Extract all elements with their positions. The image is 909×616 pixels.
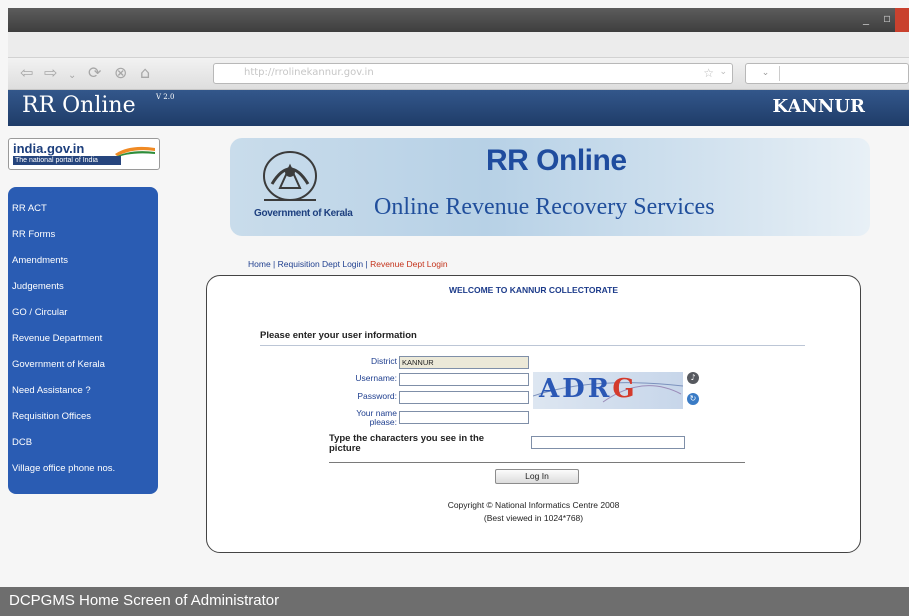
divider bbox=[329, 462, 745, 463]
kerala-emblem-icon bbox=[263, 151, 317, 201]
captcha-image: ADRG bbox=[533, 372, 683, 409]
sidebar-item-government-of-kerala[interactable]: Government of Kerala bbox=[8, 357, 158, 383]
site-version: V 2.0 bbox=[156, 93, 175, 101]
username-field[interactable] bbox=[399, 373, 529, 386]
best-viewed-text: (Best viewed in 1024*768) bbox=[483, 513, 584, 523]
your-name-label-line2: please: bbox=[369, 417, 397, 427]
forward-icon[interactable]: ⇨ bbox=[44, 64, 57, 82]
home-icon[interactable]: ⌂ bbox=[140, 64, 150, 82]
site-district: KANNUR bbox=[772, 96, 865, 117]
address-bar[interactable]: http://rrolinekannur.gov.in ☆ ⌄ bbox=[213, 63, 733, 84]
site-header: RR Online V 2.0 KANNUR bbox=[8, 90, 909, 126]
sidebar-item-village-office-phones[interactable]: Village office phone nos. bbox=[8, 461, 158, 487]
banner-title: RR Online bbox=[486, 144, 627, 177]
captcha-input[interactable] bbox=[531, 436, 685, 449]
browser-toolbar: ⇦ ⇨ ⌄ ⟳ ⊗ ⌂ http://rrolinekannur.gov.in … bbox=[8, 58, 909, 90]
district-label: District bbox=[371, 356, 397, 366]
password-field[interactable] bbox=[399, 391, 529, 404]
back-icon[interactable]: ⇦ bbox=[20, 64, 33, 82]
sidebar-item-rr-forms[interactable]: RR Forms bbox=[8, 227, 158, 253]
site-title: RR Online bbox=[22, 93, 136, 118]
sidebar-item-need-assistance[interactable]: Need Assistance ? bbox=[8, 383, 158, 409]
breadcrumb-separator: | bbox=[270, 259, 278, 269]
history-dropdown-icon[interactable]: ⌄ bbox=[68, 67, 76, 85]
captcha-letter-g: G bbox=[612, 374, 638, 404]
browser-menubar bbox=[8, 32, 909, 58]
breadcrumb: Home | Requisition Dept Login | Revenue … bbox=[248, 259, 448, 269]
sidebar-item-requisition-offices[interactable]: Requisition Offices bbox=[8, 409, 158, 435]
stop-icon[interactable]: ⊗ bbox=[114, 64, 127, 82]
screenshot-frame: _ ▫ ⇦ ⇨ ⌄ ⟳ ⊗ ⌂ http://rrolinekannur.gov… bbox=[0, 0, 909, 616]
close-button[interactable] bbox=[895, 8, 909, 32]
user-info-heading: Please enter your user information bbox=[260, 330, 417, 341]
header-banner: Government of Kerala RR Online Online Re… bbox=[230, 138, 870, 236]
address-text: http://rrolinekannur.gov.in bbox=[244, 67, 374, 78]
your-name-field[interactable] bbox=[399, 411, 529, 424]
sidebar-item-judgements[interactable]: Judgements bbox=[8, 279, 158, 305]
captcha-refresh-icon[interactable]: ↻ bbox=[687, 393, 699, 405]
banner-subtitle: Online Revenue Recovery Services bbox=[374, 194, 715, 220]
your-name-label: Your name please: bbox=[327, 409, 397, 427]
flag-swoosh-icon bbox=[115, 146, 155, 156]
revenue-dept-login-link[interactable]: Revenue Dept Login bbox=[370, 259, 448, 269]
captcha-letters: ADR bbox=[539, 374, 613, 404]
sidebar-item-go-circular[interactable]: GO / Circular bbox=[8, 305, 158, 331]
home-link[interactable]: Home bbox=[248, 259, 271, 269]
captcha-prompt: Type the characters you see in the pictu… bbox=[329, 433, 485, 454]
logo-sub-text: The national portal of India bbox=[13, 156, 121, 165]
maximize-button[interactable]: ▫ bbox=[883, 11, 891, 25]
copyright-text: Copyright © National Informatics Centre … bbox=[447, 500, 620, 510]
search-engine-dropdown-icon[interactable]: ⌄ bbox=[752, 66, 780, 81]
district-field bbox=[399, 356, 529, 369]
login-button[interactable]: Log In bbox=[495, 469, 579, 484]
india-gov-logo[interactable]: india.gov.in The national portal of Indi… bbox=[8, 138, 160, 170]
welcome-heading: WELCOME TO KANNUR COLLECTORATE bbox=[448, 285, 619, 295]
minimize-button[interactable]: _ bbox=[863, 11, 869, 25]
sidebar-item-revenue-department[interactable]: Revenue Department bbox=[8, 331, 158, 357]
sidebar-item-amendments[interactable]: Amendments bbox=[8, 253, 158, 279]
bookmark-star-icon[interactable]: ☆ bbox=[703, 66, 714, 80]
sidebar-item-dcb[interactable]: DCB bbox=[8, 435, 158, 461]
reload-icon[interactable]: ⟳ bbox=[88, 64, 101, 82]
username-label: Username: bbox=[355, 373, 397, 383]
requisition-dept-login-link[interactable]: Requisition Dept Login bbox=[278, 259, 364, 269]
password-label: Password: bbox=[357, 391, 397, 401]
captcha-text: ADRG bbox=[539, 374, 638, 404]
screenshot-caption: DCPGMS Home Screen of Administrator bbox=[0, 587, 909, 616]
window-titlebar: _ ▫ bbox=[8, 8, 909, 32]
divider bbox=[260, 345, 805, 346]
sidebar-item-rr-act[interactable]: RR ACT bbox=[8, 201, 158, 227]
browser-search-box[interactable]: ⌄ bbox=[745, 63, 909, 84]
captcha-audio-icon[interactable]: ♪ bbox=[687, 372, 699, 384]
login-panel: WELCOME TO KANNUR COLLECTORATE Please en… bbox=[206, 275, 861, 553]
sidebar-nav: RR ACT RR Forms Amendments Judgements GO… bbox=[8, 187, 158, 494]
banner-gov-label: Government of Kerala bbox=[254, 208, 353, 219]
address-dropdown-icon[interactable]: ⌄ bbox=[719, 67, 727, 77]
